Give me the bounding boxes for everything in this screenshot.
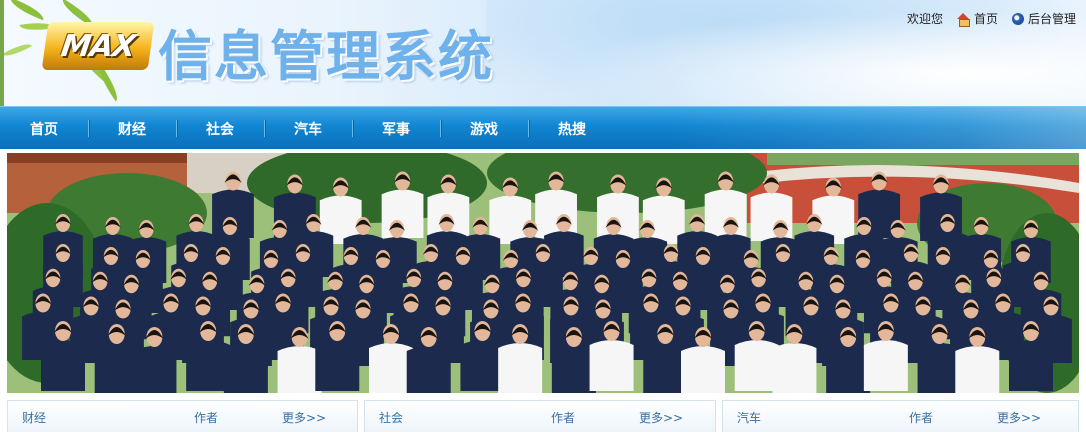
section-boxes: 财经 作者 更多>> 社会 作者 更多>> 汽车 作者 更多>> bbox=[7, 400, 1079, 432]
more-link[interactable]: 更多>> bbox=[997, 409, 1041, 426]
home-icon bbox=[956, 12, 970, 27]
section-author-label: 作者 bbox=[194, 411, 219, 425]
home-link[interactable]: 首页 bbox=[956, 10, 998, 27]
more-link[interactable]: 更多>> bbox=[639, 409, 683, 426]
section-author-label: 作者 bbox=[909, 411, 934, 425]
home-link-label: 首页 bbox=[973, 12, 998, 26]
admin-link-label: 后台管理 bbox=[1027, 12, 1076, 26]
admin-link[interactable]: 后台管理 bbox=[1011, 10, 1076, 27]
top-links: 欢迎您 首页 后台管理 bbox=[907, 10, 1076, 27]
section-auto: 汽车 作者 更多>> bbox=[722, 400, 1079, 432]
site-title: 信息管理系统 bbox=[158, 25, 494, 88]
site-header: MAX 信息管理系统 欢迎您 首页 后台管理 bbox=[0, 0, 1086, 106]
section-society: 社会 作者 更多>> bbox=[364, 400, 716, 432]
nav-item-games[interactable]: 游戏 bbox=[440, 107, 528, 150]
section-author-label: 作者 bbox=[551, 411, 576, 425]
nav-item-finance[interactable]: 财经 bbox=[88, 107, 176, 150]
admin-icon bbox=[1011, 12, 1024, 25]
nav-item-auto[interactable]: 汽车 bbox=[264, 107, 352, 150]
section-title: 社会 bbox=[379, 411, 404, 425]
nav-item-military[interactable]: 军事 bbox=[352, 107, 440, 150]
banner-group-photo bbox=[7, 153, 1079, 393]
section-title: 汽车 bbox=[737, 411, 762, 425]
nav-item-home[interactable]: 首页 bbox=[0, 107, 88, 150]
group-photo-image bbox=[7, 153, 1079, 393]
section-title: 财经 bbox=[22, 411, 47, 425]
nav-gloss bbox=[666, 107, 1086, 150]
logo-badge-text: MAX bbox=[58, 28, 138, 64]
section-finance: 财经 作者 更多>> bbox=[7, 400, 358, 432]
logo-badge: MAX bbox=[41, 22, 155, 70]
welcome-text: 欢迎您 bbox=[906, 12, 943, 26]
main-nav: 首页 财经 社会 汽车 军事 游戏 热搜 bbox=[0, 106, 1086, 150]
more-link[interactable]: 更多>> bbox=[282, 409, 326, 426]
nav-item-society[interactable]: 社会 bbox=[176, 107, 264, 150]
nav-item-trending[interactable]: 热搜 bbox=[528, 107, 616, 150]
